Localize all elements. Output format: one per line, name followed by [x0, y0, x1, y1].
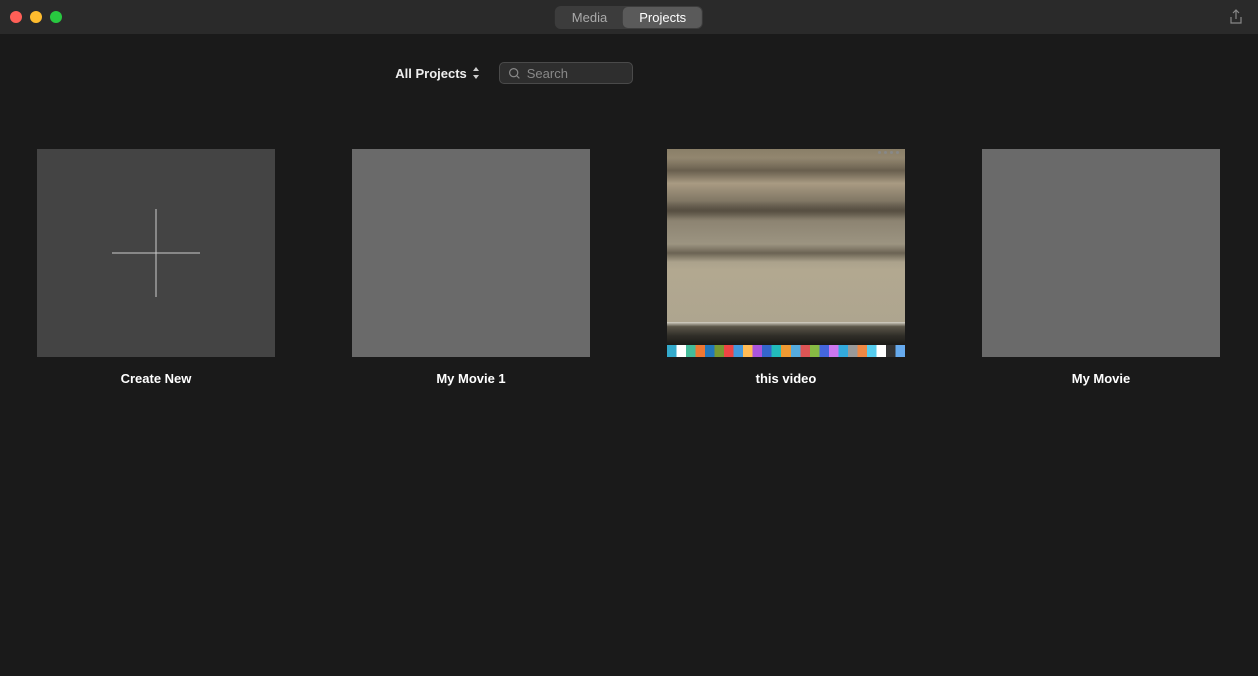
search-field[interactable] [499, 62, 633, 84]
view-tabs: Media Projects [555, 6, 703, 29]
project-thumbnail [982, 149, 1220, 357]
minimize-window-button[interactable] [30, 11, 42, 23]
projects-filter-dropdown[interactable]: All Projects [395, 66, 481, 81]
project-label: Create New [121, 371, 192, 386]
thumbnail-dock [667, 345, 905, 357]
project-item[interactable]: My Movie 1 [352, 149, 590, 386]
plus-icon [112, 209, 200, 297]
project-item[interactable]: this video [667, 149, 905, 386]
project-label: this video [756, 371, 817, 386]
project-item[interactable]: My Movie [982, 149, 1220, 386]
projects-grid: Create New My Movie 1 this video [0, 94, 1258, 441]
share-icon[interactable] [1228, 9, 1244, 25]
filter-label: All Projects [395, 66, 467, 81]
chevron-updown-icon [471, 67, 481, 79]
tab-projects[interactable]: Projects [623, 7, 702, 28]
thumbnail-sea [667, 322, 905, 345]
create-new-thumbnail [37, 149, 275, 357]
thumbnail-menubar [876, 149, 901, 156]
project-thumbnail [352, 149, 590, 357]
project-label: My Movie [1072, 371, 1131, 386]
close-window-button[interactable] [10, 11, 22, 23]
maximize-window-button[interactable] [50, 11, 62, 23]
filter-bar: All Projects [0, 34, 1258, 94]
tab-media[interactable]: Media [556, 7, 623, 28]
thumbnail-sky [667, 149, 905, 322]
titlebar: Media Projects [0, 0, 1258, 34]
search-icon [508, 67, 521, 80]
project-thumbnail [667, 149, 905, 357]
project-label: My Movie 1 [436, 371, 505, 386]
window-controls [10, 11, 62, 23]
content-area: All Projects Create New My Movie 1 [0, 34, 1258, 676]
search-input[interactable] [527, 66, 624, 81]
create-new-project[interactable]: Create New [37, 149, 275, 386]
